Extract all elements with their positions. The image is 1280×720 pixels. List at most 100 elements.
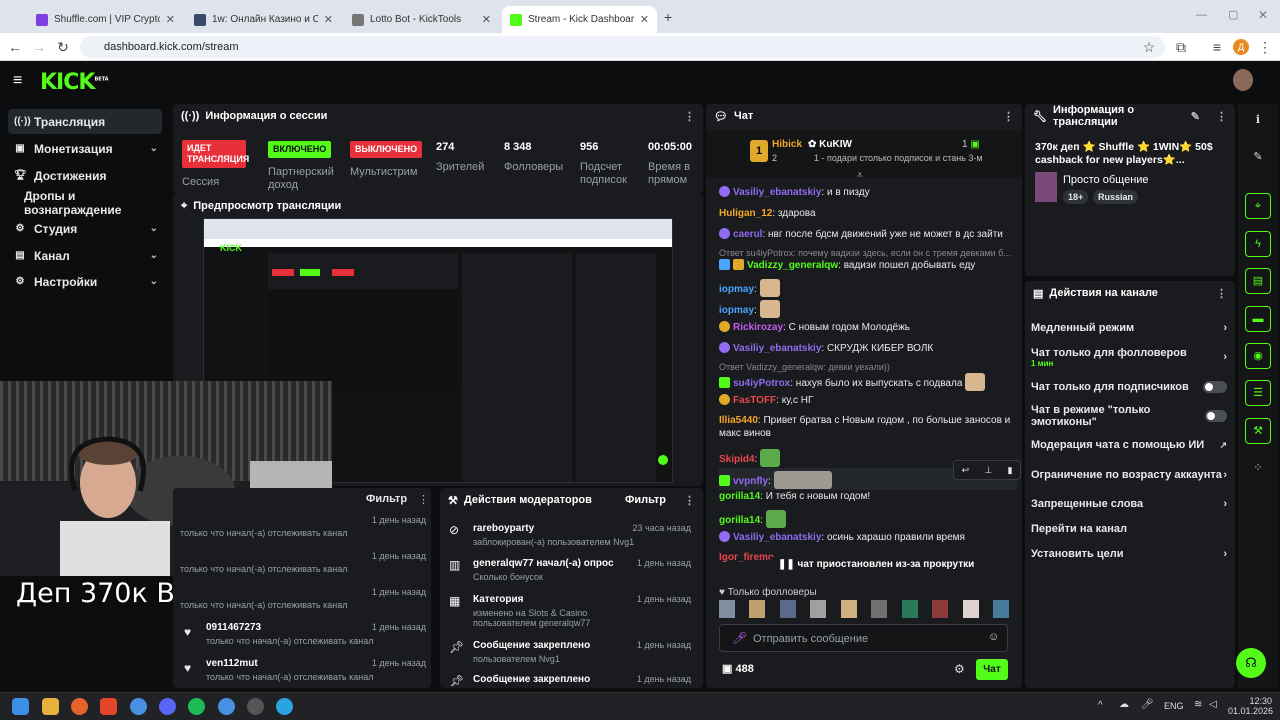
chat-username[interactable]: caerul <box>733 229 762 240</box>
sidebar-item-channel[interactable]: ▤ Канал ⌄ <box>8 243 162 268</box>
chat-username[interactable]: Vasiliy_ebanatskiy <box>733 187 821 198</box>
age-restriction-action[interactable]: Ограничение по возрасту аккаунта › <box>1031 468 1227 482</box>
more-options-icon[interactable]: ⋮ <box>1216 110 1227 123</box>
browser-tab[interactable]: Shuffle.com | VIP Crypto Casino ✕ <box>28 6 183 33</box>
browser-tab[interactable]: 1w: Онлайн Казино и Ставки с ... ✕ <box>186 6 341 33</box>
user-avatar[interactable] <box>1233 69 1253 91</box>
sidebar-item-monetization[interactable]: ▣ Монетизация ⌄ <box>8 136 162 161</box>
chat-username[interactable]: Vasiliy_ebanatskiy <box>733 343 821 354</box>
chat-username[interactable]: Vadizzy_generalqw <box>747 260 838 271</box>
chat-bubble-icon[interactable]: ▬ <box>1245 306 1271 332</box>
chat-username[interactable]: su4iyPotrox <box>733 378 790 389</box>
followers-only-action[interactable]: Чат только для фолловеров 1 мин › <box>1031 346 1227 368</box>
chrome-icon[interactable] <box>130 698 147 715</box>
maximize-icon[interactable]: ▢ <box>1228 8 1238 21</box>
pin-icon[interactable]: ⊥ <box>984 464 992 477</box>
file-explorer-icon[interactable] <box>42 698 59 715</box>
language-indicator[interactable]: ENG <box>1164 701 1184 711</box>
avatar[interactable] <box>992 600 1009 618</box>
avatar[interactable] <box>840 600 857 618</box>
category-thumbnail[interactable] <box>1035 172 1057 202</box>
close-icon[interactable]: ✕ <box>482 13 491 26</box>
slow-mode-action[interactable]: Медленный режим › <box>1031 321 1227 335</box>
volume-icon[interactable]: ◁ <box>1209 699 1217 710</box>
channel-points[interactable]: ▣ 488 <box>722 662 754 675</box>
mic-tray-icon[interactable]: 🎤︎ <box>1141 699 1154 710</box>
back-icon[interactable]: ← <box>6 38 24 56</box>
avatar[interactable] <box>901 600 918 618</box>
chat-username[interactable]: gorilla14 <box>719 515 760 526</box>
hamburger-menu-icon[interactable]: ≡ <box>13 72 22 90</box>
chrome-icon[interactable] <box>218 698 235 715</box>
network-icon[interactable]: ☁ <box>1119 699 1129 710</box>
chat-username[interactable]: FasTOFF <box>733 395 776 406</box>
chat-username[interactable]: gorilla14 <box>719 491 760 502</box>
wrench-icon[interactable]: ⚒ <box>1245 418 1271 444</box>
chat-settings-icon[interactable]: ⚙ <box>954 662 965 676</box>
more-options-icon[interactable]: ⋮ <box>1216 287 1227 300</box>
reply-icon[interactable]: ↩ <box>962 464 970 477</box>
subs-only-toggle[interactable] <box>1203 381 1227 393</box>
close-window-icon[interactable]: ✕ <box>1258 8 1268 22</box>
chat-username[interactable]: iopmay <box>719 305 754 316</box>
bookmark-star-icon[interactable]: ☆ <box>1140 38 1158 56</box>
chat-username[interactable]: Igor_firemo <box>719 552 774 563</box>
delete-icon[interactable]: ▮ <box>1007 464 1012 477</box>
telegram-icon[interactable] <box>276 698 293 715</box>
kick-logo[interactable]: KICKBETA <box>40 70 109 95</box>
close-icon[interactable]: ✕ <box>640 13 649 26</box>
minimize-icon[interactable]: — <box>1196 9 1207 21</box>
avatar[interactable] <box>962 600 979 618</box>
broadcast-icon[interactable]: ◉ <box>1245 343 1271 369</box>
document-icon[interactable]: ▤ <box>1245 268 1271 294</box>
profile-avatar-icon[interactable]: Д <box>1233 39 1249 55</box>
chat-username[interactable]: vvpnfly <box>733 476 768 487</box>
chat-input[interactable]: 🎤︎ Отправить сообщение ☺ <box>719 624 1008 652</box>
forward-icon[interactable]: → <box>30 38 48 56</box>
media-icon[interactable]: ≡ <box>1208 38 1226 56</box>
pinned-partner[interactable]: ✿ KuKIW <box>808 139 852 150</box>
sidebar-item-stream[interactable]: ((·)) Трансляция <box>8 109 162 134</box>
close-icon[interactable]: ✕ <box>166 13 175 26</box>
windows-start-icon[interactable] <box>12 698 29 715</box>
close-icon[interactable]: ✕ <box>324 13 333 26</box>
go-to-channel-action[interactable]: Перейти на канал <box>1031 522 1227 536</box>
avatar[interactable] <box>779 600 796 618</box>
clock[interactable]: 12:30 01.01.2026 <box>1228 696 1273 716</box>
new-tab-icon[interactable]: + <box>664 9 672 25</box>
set-goals-action[interactable]: Установить цели › <box>1031 547 1227 561</box>
wifi-icon[interactable]: ≋ <box>1194 699 1202 710</box>
collapse-icon[interactable]: ⩡ <box>857 170 863 181</box>
target-icon[interactable]: ⌖ <box>1245 193 1271 219</box>
tray-chevron-icon[interactable]: ^ <box>1098 700 1103 711</box>
menu-dots-icon[interactable]: ⋮ <box>1256 38 1274 56</box>
support-fab-icon[interactable]: ☊ <box>1236 648 1266 678</box>
chat-username[interactable]: Illia5440 <box>719 415 758 426</box>
avatar[interactable] <box>932 600 949 618</box>
lightning-icon[interactable]: ϟ <box>1245 231 1271 257</box>
stream-category[interactable]: Просто общение <box>1063 174 1149 186</box>
brave-icon[interactable] <box>100 698 117 715</box>
more-options-icon[interactable]: ⋮ <box>1003 110 1014 123</box>
sidebar-item-achievements[interactable]: 🏆︎ Достижения <box>8 163 162 188</box>
mod-filter-button[interactable]: Фильтр <box>625 494 666 506</box>
edit-icon[interactable]: ✎ <box>1191 110 1200 123</box>
sidebar-item-studio[interactable]: ⚙ Студия ⌄ <box>8 216 162 241</box>
url-field[interactable]: dashboard.kick.com/stream <box>80 36 1165 58</box>
spotify-icon[interactable] <box>188 698 205 715</box>
browser-tab[interactable]: Lotto Bot - KickTools ✕ <box>344 6 499 33</box>
chat-paused-notice[interactable]: ❚❚ чат приостановлен из-за прокрутки <box>770 557 983 572</box>
chat-username[interactable]: iopmay <box>719 284 754 295</box>
sidebar-item-settings[interactable]: ⚙ Настройки ⌄ <box>8 269 162 294</box>
more-options-icon[interactable]: ⋮ <box>418 493 429 506</box>
sidebar-item-drops[interactable]: Дропы и вознаграждение <box>8 189 162 217</box>
avatar[interactable] <box>810 600 827 618</box>
chat-username[interactable]: Vasiliy_ebanatskiy <box>733 532 821 543</box>
list-icon[interactable]: ☰ <box>1245 380 1271 406</box>
avatar[interactable] <box>719 600 735 618</box>
send-chat-button[interactable]: Чат <box>976 659 1008 680</box>
ai-moderation-action[interactable]: Модерация чата с помощью ИИ ↗ <box>1031 438 1227 452</box>
emoji-icon[interactable]: ☺ <box>988 631 999 643</box>
reload-icon[interactable]: ↻ <box>54 38 72 56</box>
discord-icon[interactable] <box>159 698 176 715</box>
